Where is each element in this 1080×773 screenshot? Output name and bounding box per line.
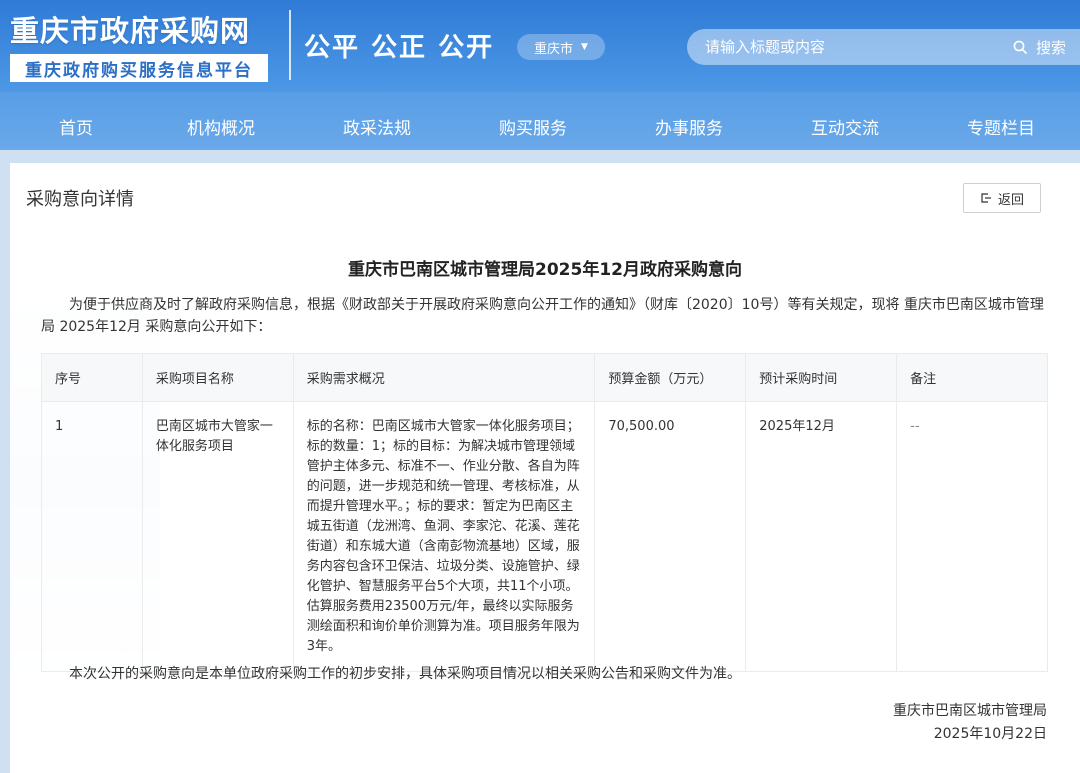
main-nav: 首页 机构概况 政采法规 购买服务 办事服务 互动交流 专题栏目 xyxy=(0,104,1080,148)
header-time: 预计采购时间 xyxy=(745,353,898,402)
document-footnote: 本次公开的采购意向是本单位政府采购工作的初步安排，具体采购项目情况以相关采购公告… xyxy=(69,666,741,682)
logo-divider xyxy=(289,10,291,80)
document-intro: 为便于供应商及时了解政府采购信息，根据《财政部关于开展政府采购意向公开工作的通知… xyxy=(41,297,1044,335)
signature-org: 重庆市巴南区城市管理局 xyxy=(893,703,1047,719)
cell-budget: 70,500.00 xyxy=(594,401,747,672)
site-title[interactable]: 重庆市政府采购网 xyxy=(10,8,272,50)
header-remark: 备注 xyxy=(896,353,1048,402)
site-subtitle: 重庆政府购买服务信息平台 xyxy=(10,54,268,82)
cell-remark: -- xyxy=(896,401,1048,672)
slogan: 公平 公正 公开 xyxy=(304,33,495,63)
header-no: 序号 xyxy=(41,353,143,402)
region-select[interactable]: 重庆市 ▼ xyxy=(517,34,605,60)
search-input[interactable] xyxy=(705,38,995,56)
nav-item-purchase-services[interactable]: 购买服务 xyxy=(499,114,567,139)
nav-item-home[interactable]: 首页 xyxy=(59,114,93,139)
header-budget: 预算金额（万元） xyxy=(594,353,747,402)
header-name: 采购项目名称 xyxy=(141,353,294,402)
panel-content: 采购意向详情 返回 重庆市巴南区城市管理局2025年12月政府采购意向 为便于供… xyxy=(10,163,1080,773)
cell-name: 巴南区城市大管家一体化服务项目 xyxy=(141,401,294,672)
table-row: 1 巴南区城市大管家一体化服务项目 标的名称：巴南区城市大管家一体化服务项目；标… xyxy=(41,401,1048,672)
intent-table: 序号 采购项目名称 采购需求概况 预算金额（万元） 预计采购时间 备注 1 巴南… xyxy=(41,353,1048,672)
cell-time: 2025年12月 xyxy=(745,401,898,672)
back-icon xyxy=(981,193,991,203)
search-box: 搜索 xyxy=(687,29,1080,65)
nav-item-about[interactable]: 机构概况 xyxy=(187,114,255,139)
signature-date: 2025年10月22日 xyxy=(933,726,1047,742)
region-label: 重庆市 xyxy=(534,41,574,57)
cell-summary: 标的名称：巴南区城市大管家一体化服务项目；标的数量：1；标的目标：为解决城市管理… xyxy=(292,401,596,672)
panel-title: 采购意向详情 xyxy=(26,189,134,210)
site-header: 重庆市政府采购网 重庆政府购买服务信息平台 公平 公正 公开 重庆市 ▼ 搜索 … xyxy=(0,0,1080,150)
back-label: 返回 xyxy=(997,192,1024,208)
search-button[interactable]: 搜索 xyxy=(1013,29,1066,65)
nav-item-interaction[interactable]: 互动交流 xyxy=(811,114,879,139)
nav-item-special-topics[interactable]: 专题栏目 xyxy=(967,114,1035,139)
detail-panel: 采购意向详情 返回 重庆市巴南区城市管理局2025年12月政府采购意向 为便于供… xyxy=(10,163,1080,773)
header-summary: 采购需求概况 xyxy=(292,353,596,402)
search-label: 搜索 xyxy=(1035,38,1066,57)
nav-item-regulations[interactable]: 政采法规 xyxy=(343,114,411,139)
document-title: 重庆市巴南区城市管理局2025年12月政府采购意向 xyxy=(348,260,742,280)
back-button[interactable]: 返回 xyxy=(963,183,1041,213)
nav-item-office-services[interactable]: 办事服务 xyxy=(655,114,723,139)
cell-no: 1 xyxy=(41,401,143,672)
table-header-row: 序号 采购项目名称 采购需求概况 预算金额（万元） 预计采购时间 备注 xyxy=(41,353,1048,402)
caret-down-icon: ▼ xyxy=(581,42,588,52)
search-icon xyxy=(1013,40,1028,54)
